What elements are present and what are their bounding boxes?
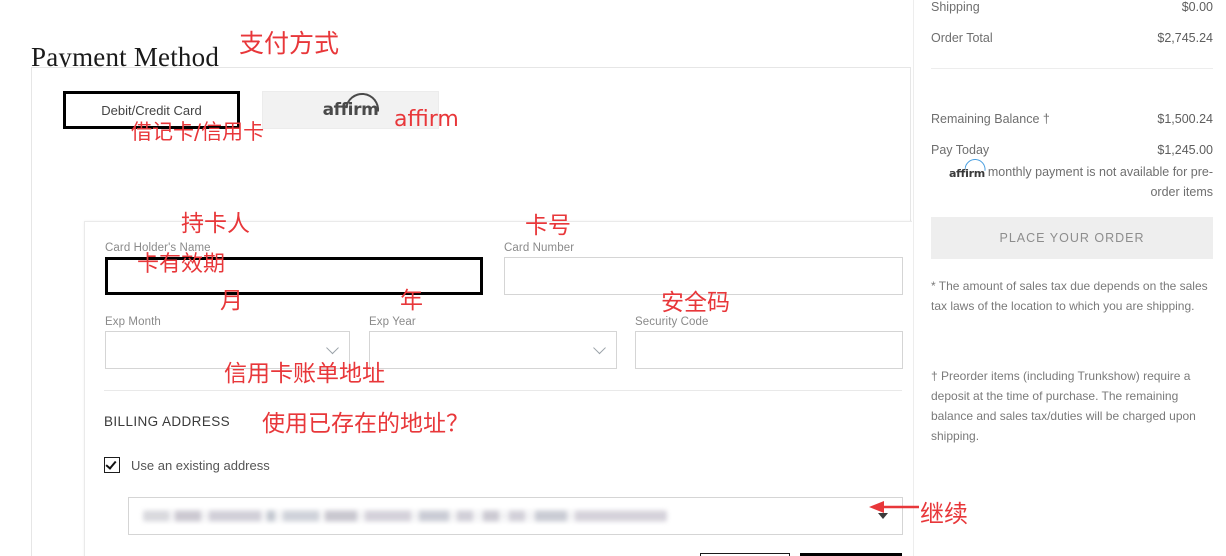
security-code-label: Security Code: [635, 316, 709, 328]
use-existing-address-label: Use an existing address: [131, 457, 270, 473]
summary-row-value: $1,500.24: [1157, 112, 1213, 126]
order-summary-column: Shipping $0.00 Order Total $2,745.24 Rem…: [913, 0, 1226, 556]
check-icon: [105, 458, 117, 470]
summary-divider: [931, 68, 1213, 69]
card-number-label: Card Number: [504, 242, 575, 254]
affirm-preorder-note: affirm monthly payment is not available …: [931, 158, 1213, 202]
use-existing-address-row[interactable]: Use an existing address: [104, 457, 270, 473]
summary-row-pay-today: Pay Today $1,245.00: [931, 143, 1213, 157]
summary-row-value: $2,745.24: [1157, 31, 1213, 45]
chevron-down-icon: [326, 341, 339, 355]
summary-row-value: $0.00: [1181, 0, 1213, 14]
existing-address-select[interactable]: [128, 497, 903, 535]
place-your-order-button[interactable]: PLACE YOUR ORDER: [931, 217, 1213, 259]
exp-year-select[interactable]: [369, 331, 617, 369]
payment-method-tabs: Debit/Credit Card affirm: [63, 91, 439, 129]
affirm-preorder-note-text: monthly payment is not available for pre…: [987, 165, 1213, 199]
section-divider: [104, 390, 902, 391]
security-code-input[interactable]: [635, 331, 903, 369]
summary-row-label: Order Total: [931, 31, 993, 45]
tab-affirm[interactable]: affirm: [262, 91, 439, 129]
affirm-logo-arc-icon: [345, 91, 382, 112]
affirm-logo-icon: affirm: [949, 158, 987, 183]
summary-row-value: $1,245.00: [1157, 143, 1213, 157]
anno-arrow-icon: [869, 501, 919, 513]
existing-address-value-redacted: [143, 510, 667, 522]
summary-row-shipping: Shipping $0.00: [931, 0, 1213, 14]
payment-method-card: Debit/Credit Card affirm Card Holder's N…: [31, 67, 912, 556]
tab-debit-credit-card-label: Debit/Credit Card: [101, 102, 202, 118]
use-existing-address-checkbox[interactable]: [104, 457, 120, 473]
summary-row-label: Remaining Balance †: [931, 112, 1050, 126]
summary-row-order-total: Order Total $2,745.24: [931, 31, 1213, 45]
card-holder-name-label: Card Holder's Name: [105, 242, 211, 254]
card-number-input[interactable]: [504, 257, 903, 295]
summary-row-remaining-balance: Remaining Balance † $1,500.24: [931, 112, 1213, 126]
chevron-down-icon: [593, 341, 606, 355]
card-holder-name-input[interactable]: [105, 257, 483, 295]
exp-month-label: Exp Month: [105, 316, 161, 328]
exp-month-select[interactable]: [105, 331, 350, 369]
exp-year-label: Exp Year: [369, 316, 416, 328]
footnote-sales-tax: * The amount of sales tax due depends on…: [931, 279, 1208, 313]
billing-address-heading: BILLING ADDRESS: [104, 414, 231, 429]
affirm-logo-arc-icon: [964, 158, 987, 171]
footnote-preorder: † Preorder items (including Trunkshow) r…: [931, 369, 1196, 443]
summary-row-label: Shipping: [931, 0, 980, 14]
payment-method-main-column: Payment Method Debit/Credit Card affirm …: [0, 0, 912, 556]
affirm-logo-icon: affirm: [323, 91, 382, 120]
tab-debit-credit-card[interactable]: Debit/Credit Card: [63, 91, 240, 129]
summary-row-label: Pay Today: [931, 143, 990, 157]
